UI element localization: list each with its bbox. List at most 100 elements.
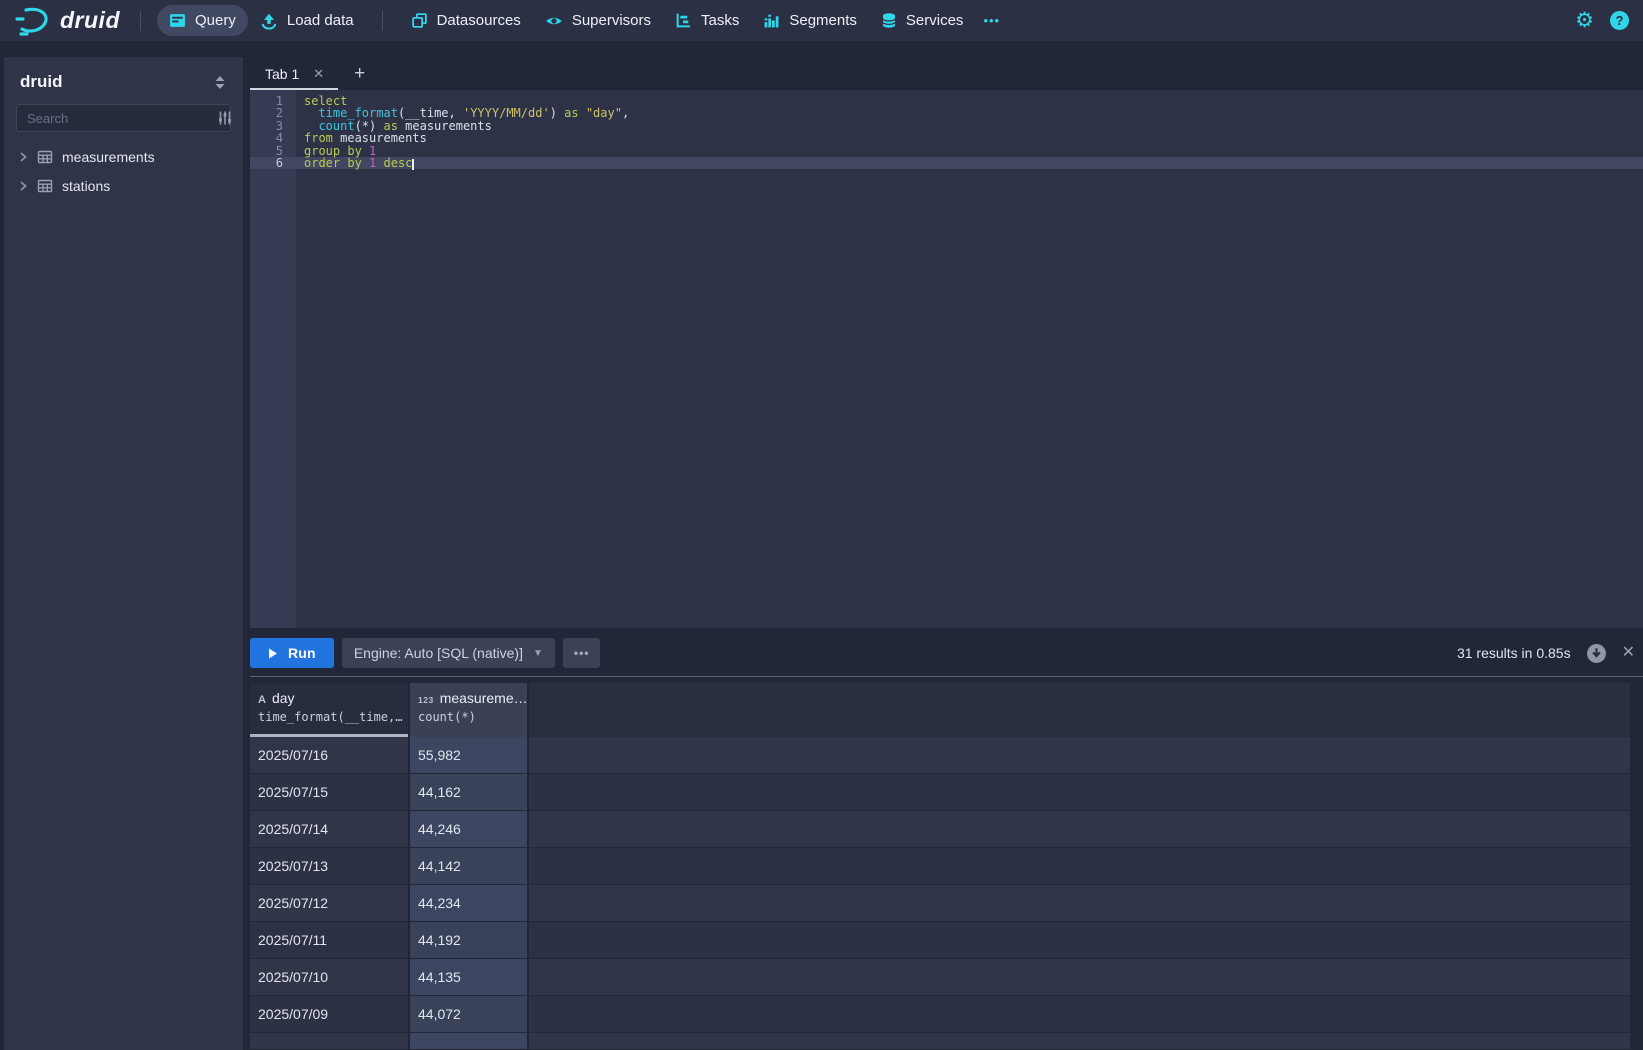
engine-label: Engine: Auto [SQL (native)]: [354, 645, 523, 661]
table-row: 2025/07/1144,192: [250, 922, 1630, 959]
download-icon: [1586, 643, 1607, 664]
code-line: group by 1: [296, 145, 1643, 157]
cell-day[interactable]: 2025/07/14: [250, 811, 410, 847]
table-row: 2025/07/1344,142: [250, 848, 1630, 885]
download-results-button[interactable]: [1586, 643, 1607, 664]
tab-close-icon[interactable]: ✕: [313, 67, 324, 80]
code-line: time_format(__time, 'YYYY/MM/dd') as "da…: [296, 107, 1643, 119]
cell-day[interactable]: 2025/07/11: [250, 922, 410, 958]
column-expression: count(*): [418, 710, 527, 724]
cell-measurements[interactable]: 44,192: [410, 922, 529, 958]
druid-logo-icon: [14, 6, 52, 36]
query-more-button[interactable]: •••: [563, 638, 601, 668]
tree-item-label: stations: [62, 178, 110, 194]
tab-label: Tab 1: [265, 66, 299, 82]
navbar: druid Query Load data: [0, 0, 1643, 41]
nav-more-button[interactable]: •••: [975, 6, 1008, 35]
nav-label: Segments: [789, 12, 857, 29]
nav-item-supervisors[interactable]: Supervisors: [533, 5, 663, 37]
sql-token: [579, 106, 586, 120]
cell-day[interactable]: 2025/07/10: [250, 959, 410, 995]
nav-item-datasources[interactable]: Datasources: [399, 5, 533, 36]
nav-item-tasks[interactable]: Tasks: [663, 5, 751, 36]
cell-filler: [529, 1033, 1630, 1049]
nav-label: Supervisors: [572, 12, 651, 29]
cell-measurements[interactable]: 55,982: [410, 737, 529, 773]
cell-measurements[interactable]: 44,135: [410, 959, 529, 995]
cell-measurements: [410, 1033, 529, 1049]
run-button[interactable]: Run: [250, 638, 334, 668]
help-button[interactable]: ?: [1610, 11, 1629, 30]
number-type-icon: 123: [418, 695, 434, 705]
logo-wordmark: druid: [60, 7, 124, 34]
cell-filler: [529, 774, 1630, 810]
tab-1[interactable]: Tab 1 ✕: [250, 57, 338, 90]
nav-label: Tasks: [701, 12, 739, 29]
cell-measurements[interactable]: 44,142: [410, 848, 529, 884]
cell-filler: [529, 737, 1630, 773]
nav-item-load-data[interactable]: Load data: [248, 5, 366, 37]
tree-item-measurements[interactable]: measurements: [4, 142, 243, 171]
search-filter-button[interactable]: [213, 110, 241, 126]
cell-filler: [529, 922, 1630, 958]
close-icon: ✕: [1622, 644, 1635, 661]
search-input[interactable]: [17, 111, 213, 126]
nav-label: Services: [906, 12, 964, 29]
engine-select-button[interactable]: Engine: Auto [SQL (native)] ▼: [342, 638, 555, 668]
cell-day[interactable]: 2025/07/13: [250, 848, 410, 884]
nav-item-segments[interactable]: Segments: [751, 5, 869, 36]
database-icon: [881, 12, 897, 29]
column-header-day[interactable]: A day time_format(__time,…: [250, 683, 410, 737]
code-line: count(*) as measurements: [296, 120, 1643, 132]
nav-item-services[interactable]: Services: [869, 5, 976, 36]
schema-sidebar: druid: [4, 57, 243, 1050]
settings-button[interactable]: ⚙: [1575, 10, 1594, 31]
druid-console: druid Query Load data: [0, 0, 1643, 1050]
sql-editor[interactable]: 123456 select time_format(__time, 'YYYY/…: [250, 90, 1643, 628]
nav-item-query[interactable]: Query: [157, 5, 248, 36]
line-number: 5: [250, 145, 296, 157]
schema-title: druid: [20, 72, 63, 92]
results-header: A day time_format(__time,… 123 measureme…: [250, 683, 1630, 737]
cell-day[interactable]: 2025/07/09: [250, 996, 410, 1032]
line-number: 3: [250, 120, 296, 132]
sql-token: "day": [586, 106, 622, 120]
sql-token: ): [550, 106, 564, 120]
cell-measurements[interactable]: 44,234: [410, 885, 529, 921]
cell-day[interactable]: 2025/07/16: [250, 737, 410, 773]
eye-icon: [545, 12, 563, 30]
sort-indicator: [250, 734, 408, 737]
gantt-icon: [675, 12, 692, 29]
sql-token: [362, 156, 369, 170]
cell-filler: [529, 811, 1630, 847]
cell-day: [250, 1033, 410, 1049]
query-tabbar: Tab 1 ✕ +: [250, 57, 381, 90]
cell-filler: [529, 959, 1630, 995]
caret-down-icon: ▼: [533, 648, 543, 659]
column-expression: time_format(__time,…: [258, 710, 408, 724]
code-line: order by 1 desc: [296, 157, 1643, 169]
add-tab-button[interactable]: +: [338, 57, 381, 90]
column-label: measureme…: [440, 690, 527, 706]
sql-token: ,: [622, 106, 629, 120]
table-row: 2025/07/1444,246: [250, 811, 1630, 848]
cell-day[interactable]: 2025/07/15: [250, 774, 410, 810]
run-label: Run: [288, 645, 316, 661]
cell-measurements[interactable]: 44,072: [410, 996, 529, 1032]
cell-day[interactable]: 2025/07/12: [250, 885, 410, 921]
line-number: 4: [250, 132, 296, 144]
table-row: 2025/07/1544,162: [250, 774, 1630, 811]
cell-measurements[interactable]: 44,246: [410, 811, 529, 847]
cell-measurements[interactable]: 44,162: [410, 774, 529, 810]
editor-gutter: 123456: [250, 90, 296, 628]
column-label: day: [272, 690, 295, 706]
druid-logo[interactable]: druid: [14, 6, 124, 36]
sql-token: [376, 156, 383, 170]
close-results-button[interactable]: ✕: [1622, 645, 1635, 661]
schema-selector-button[interactable]: [213, 75, 227, 90]
upload-icon: [260, 12, 278, 30]
column-header-measurements[interactable]: 123 measureme… count(*): [410, 683, 529, 737]
results-table: A day time_format(__time,… 123 measureme…: [250, 683, 1630, 1050]
sliders-icon: [217, 110, 233, 126]
tree-item-stations[interactable]: stations: [4, 171, 243, 200]
